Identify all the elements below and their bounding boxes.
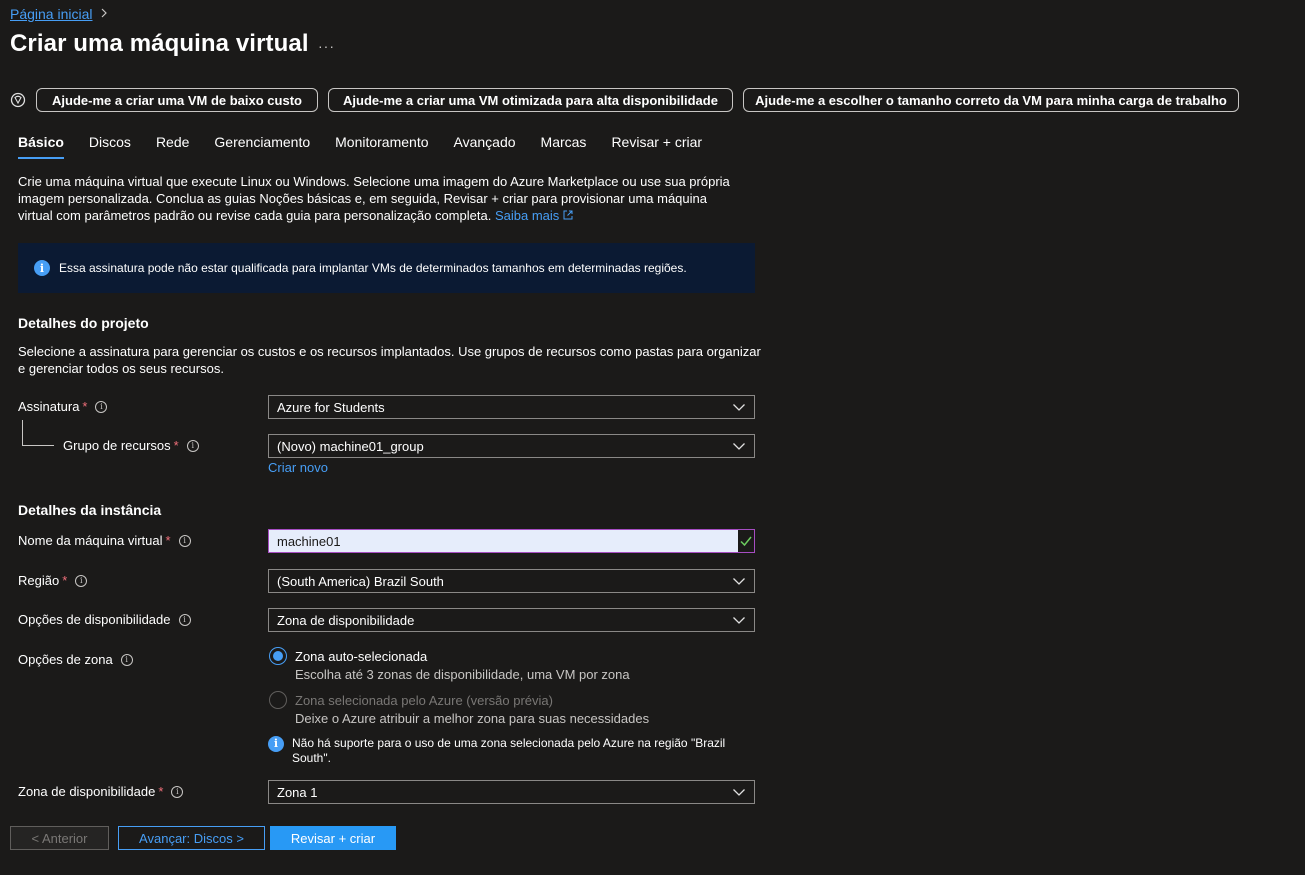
tab-avancado[interactable]: Avançado bbox=[454, 134, 516, 156]
zone-note-text: Não há suporte para o uso de uma zona se… bbox=[292, 736, 726, 765]
learn-more-link[interactable]: Saiba mais bbox=[495, 208, 573, 223]
chevron-down-icon bbox=[733, 789, 745, 796]
copilot-icon bbox=[10, 92, 26, 108]
tab-revisar-criar[interactable]: Revisar + criar bbox=[611, 134, 702, 156]
tab-bar: Básico Discos Rede Gerenciamento Monitor… bbox=[18, 134, 727, 159]
resource-group-select[interactable]: (Novo) machine01_group bbox=[268, 434, 755, 458]
region-label: Região * i bbox=[18, 573, 88, 588]
info-banner: i Essa assinatura pode não estar qualifi… bbox=[18, 243, 755, 293]
availability-zone-select[interactable]: Zona 1 bbox=[268, 780, 755, 804]
zone-auto-radio[interactable] bbox=[269, 647, 287, 665]
info-icon: i bbox=[268, 735, 284, 752]
create-new-resource-group-link[interactable]: Criar novo bbox=[268, 460, 328, 475]
instance-details-title: Detalhes da instância bbox=[18, 502, 162, 518]
zone-azure-selected-subtitle: Deixe o Azure atribuir a melhor zona par… bbox=[295, 711, 650, 726]
copilot-high-availability-button[interactable]: Ajude-me a criar uma VM otimizada para a… bbox=[328, 88, 733, 112]
chevron-right-icon bbox=[99, 7, 109, 21]
subscription-select[interactable]: Azure for Students bbox=[268, 395, 755, 419]
breadcrumb-home-link[interactable]: Página inicial bbox=[10, 6, 93, 22]
review-create-button[interactable]: Revisar + criar bbox=[270, 826, 396, 850]
intro-text: Crie uma máquina virtual que execute Lin… bbox=[18, 174, 730, 223]
chevron-down-icon bbox=[733, 578, 745, 585]
project-details-title: Detalhes do projeto bbox=[18, 315, 149, 331]
zone-azure-selected-radio[interactable] bbox=[269, 691, 287, 709]
info-tooltip-icon[interactable]: i bbox=[186, 439, 199, 452]
next-disks-button[interactable]: Avançar: Discos > bbox=[118, 826, 265, 850]
project-details-description: Selecione a assinatura para gerenciar os… bbox=[18, 344, 761, 376]
previous-button[interactable]: < Anterior bbox=[10, 826, 109, 850]
breadcrumb: Página inicial bbox=[10, 6, 109, 22]
zone-azure-selected-title: Zona selecionada pelo Azure (versão prév… bbox=[295, 693, 553, 708]
tab-monitoramento[interactable]: Monitoramento bbox=[335, 134, 428, 156]
tree-connector bbox=[22, 420, 23, 445]
banner-text: Essa assinatura pode não estar qualifica… bbox=[59, 261, 687, 275]
zone-auto-subtitle: Escolha até 3 zonas de disponibilidade, … bbox=[295, 667, 630, 682]
info-tooltip-icon[interactable]: i bbox=[178, 534, 191, 547]
checkmark-icon bbox=[738, 530, 754, 552]
tab-basico[interactable]: Básico bbox=[18, 134, 64, 159]
chevron-down-icon bbox=[733, 617, 745, 624]
zone-auto-title: Zona auto-selecionada bbox=[295, 649, 428, 664]
subscription-label: Assinatura * i bbox=[18, 399, 108, 414]
tab-discos[interactable]: Discos bbox=[89, 134, 131, 156]
zone-note-icon-wrap: i bbox=[268, 735, 284, 752]
region-select[interactable]: (South America) Brazil South bbox=[268, 569, 755, 593]
info-icon: i bbox=[34, 260, 50, 276]
intro-description: Crie uma máquina virtual que execute Lin… bbox=[18, 173, 738, 224]
tab-gerenciamento[interactable]: Gerenciamento bbox=[214, 134, 310, 156]
availability-options-label: Opções de disponibilidade i bbox=[18, 612, 191, 627]
tab-rede[interactable]: Rede bbox=[156, 134, 189, 156]
tab-marcas[interactable]: Marcas bbox=[541, 134, 587, 156]
chevron-down-icon bbox=[733, 404, 745, 411]
zone-options-label: Opções de zona i bbox=[18, 652, 133, 667]
page-title: Criar uma máquina virtual bbox=[10, 30, 309, 57]
chevron-down-icon bbox=[733, 443, 745, 450]
info-tooltip-icon[interactable]: i bbox=[120, 653, 133, 666]
vm-name-input[interactable]: machine01 bbox=[268, 529, 755, 553]
footer-divider bbox=[0, 812, 1305, 813]
info-tooltip-icon[interactable]: i bbox=[75, 574, 88, 587]
copilot-low-cost-button[interactable]: Ajude-me a criar uma VM de baixo custo bbox=[36, 88, 318, 112]
more-options-icon[interactable]: ··· bbox=[318, 38, 335, 54]
copilot-vm-size-button[interactable]: Ajude-me a escolher o tamanho correto da… bbox=[743, 88, 1239, 112]
info-tooltip-icon[interactable]: i bbox=[95, 400, 108, 413]
external-link-icon bbox=[563, 210, 573, 220]
availability-options-select[interactable]: Zona de disponibilidade bbox=[268, 608, 755, 632]
tree-connector bbox=[22, 445, 54, 446]
info-tooltip-icon[interactable]: i bbox=[178, 613, 191, 626]
availability-zone-label: Zona de disponibilidade * i bbox=[18, 784, 184, 799]
resource-group-label: Grupo de recursos * i bbox=[63, 438, 199, 453]
info-tooltip-icon[interactable]: i bbox=[171, 785, 184, 798]
vm-name-label: Nome da máquina virtual * i bbox=[18, 533, 191, 548]
